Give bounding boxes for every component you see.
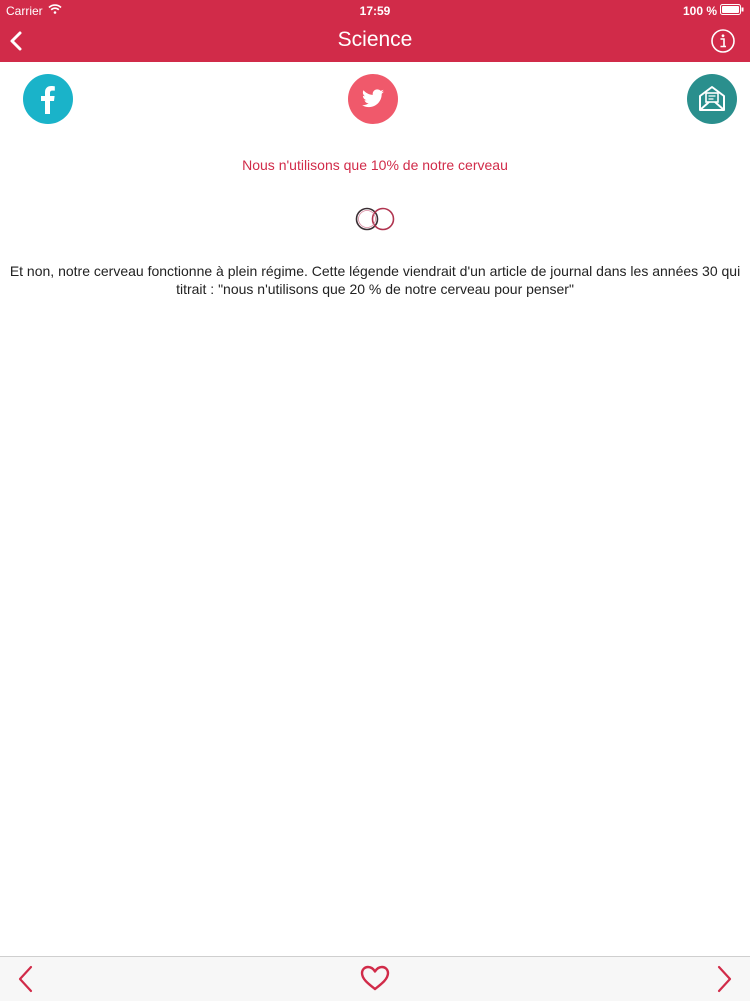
email-share-button[interactable] bbox=[687, 74, 737, 124]
battery-percentage: 100 % bbox=[682, 4, 717, 18]
next-button[interactable] bbox=[712, 965, 736, 993]
bottom-toolbar bbox=[0, 956, 750, 1001]
page-title: Science bbox=[337, 28, 413, 51]
chevron-left-icon bbox=[18, 965, 33, 993]
facebook-icon bbox=[41, 86, 55, 114]
battery-icon bbox=[720, 4, 744, 15]
twitter-icon bbox=[362, 89, 384, 108]
article-body: Et non, notre cerveau fonctionne à plein… bbox=[9, 263, 741, 297]
navigation-bar: Carrier 17:59 100 % Science bbox=[0, 0, 750, 62]
favorite-button[interactable] bbox=[359, 964, 391, 992]
mail-icon bbox=[699, 86, 725, 111]
heart-icon bbox=[360, 965, 390, 991]
status-time: 17:59 bbox=[359, 4, 391, 18]
rings-icon bbox=[355, 207, 395, 231]
chevron-right-icon bbox=[717, 965, 732, 993]
info-icon bbox=[711, 29, 735, 53]
facebook-share-button[interactable] bbox=[23, 74, 73, 124]
previous-button[interactable] bbox=[14, 965, 38, 993]
info-button[interactable] bbox=[710, 28, 736, 54]
article-headline: Nous n'utilisons que 10% de notre cervea… bbox=[242, 157, 508, 173]
twitter-share-button[interactable] bbox=[348, 74, 398, 124]
